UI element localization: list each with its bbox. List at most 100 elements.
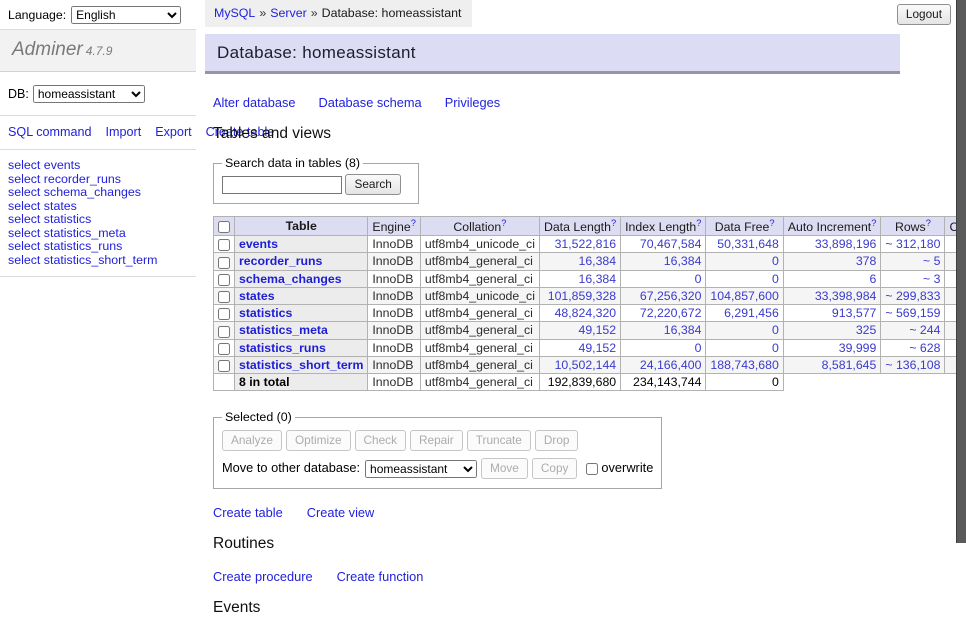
table-name-link[interactable]: statistics_runs [239, 341, 326, 355]
rows-cell-value[interactable]: ~ 3 [923, 272, 940, 286]
help-link[interactable]: ? [696, 218, 701, 228]
search-button[interactable]: Search [345, 174, 400, 195]
data-free-cell-value[interactable]: 0 [772, 323, 779, 337]
create-table-link[interactable]: Create table [213, 505, 283, 520]
auto-increment-cell-value[interactable]: 33,898,196 [815, 237, 877, 251]
index-length-cell-value[interactable]: 72,220,672 [640, 306, 702, 320]
row-checkbox[interactable] [218, 274, 230, 286]
auto-increment-cell-value[interactable]: 33,398,984 [815, 289, 877, 303]
help-link[interactable]: ? [611, 218, 616, 228]
data-free-cell-value[interactable]: 104,857,600 [710, 289, 778, 303]
data-free-cell-value[interactable]: 0 [772, 341, 779, 355]
sql-command-link[interactable]: SQL command [8, 125, 92, 139]
sidebar-select-link[interactable]: select statistics_meta [8, 227, 188, 240]
search-input[interactable] [222, 176, 342, 194]
overwrite-checkbox[interactable] [586, 463, 598, 475]
row-checkbox[interactable] [218, 360, 230, 372]
index-length-cell-value[interactable]: 0 [695, 341, 702, 355]
row-checkbox[interactable] [218, 291, 230, 303]
select-all-checkbox[interactable] [218, 221, 230, 233]
index-length-cell-value[interactable]: 16,384 [664, 254, 702, 268]
table-name-link[interactable]: events [239, 237, 278, 251]
row-checkbox[interactable] [218, 257, 230, 269]
rows-cell-value[interactable]: ~ 628 [909, 341, 940, 355]
table-name-link[interactable]: statistics [239, 306, 292, 320]
data-length-cell-value[interactable]: 49,152 [579, 323, 617, 337]
table-name-link[interactable]: recorder_runs [239, 254, 322, 268]
breadcrumb-server-link[interactable]: Server [270, 6, 307, 20]
rows-cell-value[interactable]: ~ 244 [909, 323, 940, 337]
create-view-link[interactable]: Create view [307, 505, 375, 520]
row-checkbox[interactable] [218, 326, 230, 338]
repair-button[interactable]: Repair [410, 430, 463, 451]
sidebar-select-link[interactable]: select schema_changes [8, 186, 188, 199]
row-checkbox[interactable] [218, 308, 230, 320]
table-name-link[interactable]: states [239, 289, 275, 303]
truncate-button[interactable]: Truncate [467, 430, 531, 451]
data-length-cell-value[interactable]: 31,522,816 [555, 237, 617, 251]
data-length-cell-value[interactable]: 16,384 [579, 254, 617, 268]
sidebar-select-link[interactable]: select states [8, 200, 188, 213]
move-db-select[interactable]: homeassistant [365, 460, 477, 478]
logout-button[interactable]: Logout [897, 4, 951, 25]
breadcrumb-mysql-link[interactable]: MySQL [214, 6, 255, 20]
sidebar-select-link[interactable]: select statistics_runs [8, 240, 188, 253]
export-link[interactable]: Export [155, 125, 191, 139]
create-procedure-link[interactable]: Create procedure [213, 569, 313, 584]
vertical-scrollbar[interactable] [956, 0, 966, 543]
index-length-cell-value[interactable]: 70,467,584 [640, 237, 702, 251]
data-free-cell-value[interactable]: 0 [772, 272, 779, 286]
adminer-logo-link[interactable]: Adminer [12, 39, 83, 60]
index-length-cell-value[interactable]: 67,256,320 [640, 289, 702, 303]
copy-button[interactable]: Copy [532, 458, 578, 479]
index-length-cell-value[interactable]: 24,166,400 [640, 358, 702, 372]
auto-increment-cell-value[interactable]: 913,577 [832, 306, 876, 320]
table-name-link[interactable]: schema_changes [239, 272, 342, 286]
help-link[interactable]: ? [501, 218, 506, 228]
data-length-cell-value[interactable]: 16,384 [579, 272, 617, 286]
data-free-cell-value[interactable]: 6,291,456 [724, 306, 779, 320]
table-name-link[interactable]: statistics_short_term [239, 358, 363, 372]
help-link[interactable]: ? [769, 218, 774, 228]
rows-cell-value[interactable]: ~ 136,108 [885, 358, 940, 372]
drop-button[interactable]: Drop [535, 430, 579, 451]
auto-increment-cell-value[interactable]: 6 [870, 272, 877, 286]
move-button[interactable]: Move [481, 458, 528, 479]
optimize-button[interactable]: Optimize [286, 430, 351, 451]
sidebar-select-link[interactable]: select statistics [8, 213, 188, 226]
help-link[interactable]: ? [411, 218, 416, 228]
data-free-cell-value[interactable]: 0 [772, 254, 779, 268]
data-free-cell-value[interactable]: 50,331,648 [717, 237, 779, 251]
check-button[interactable]: Check [355, 430, 406, 451]
db-select[interactable]: homeassistant [33, 85, 145, 103]
rows-cell-value[interactable]: ~ 5 [923, 254, 940, 268]
alter-database-link[interactable]: Alter database [213, 95, 296, 110]
help-link[interactable]: ? [871, 218, 876, 228]
sidebar-select-link[interactable]: select statistics_short_term [8, 254, 188, 267]
create-function-link[interactable]: Create function [337, 569, 424, 584]
help-link[interactable]: ? [926, 218, 931, 228]
auto-increment-cell-value[interactable]: 325 [856, 323, 877, 337]
row-checkbox[interactable] [218, 343, 230, 355]
data-free-cell-value[interactable]: 188,743,680 [710, 358, 778, 372]
auto-increment-cell-value[interactable]: 378 [856, 254, 877, 268]
rows-cell-value[interactable]: ~ 312,180 [885, 237, 940, 251]
import-link[interactable]: Import [106, 125, 142, 139]
sidebar-select-link[interactable]: select recorder_runs [8, 173, 188, 186]
rows-cell-value[interactable]: ~ 299,833 [885, 289, 940, 303]
table-name-link[interactable]: statistics_meta [239, 323, 328, 337]
data-length-cell-value[interactable]: 101,859,328 [548, 289, 616, 303]
index-length-cell-value[interactable]: 0 [695, 272, 702, 286]
privileges-link[interactable]: Privileges [445, 95, 500, 110]
rows-cell-value[interactable]: ~ 569,159 [885, 306, 940, 320]
data-length-cell-value[interactable]: 49,152 [579, 341, 617, 355]
analyze-button[interactable]: Analyze [222, 430, 282, 451]
auto-increment-cell-value[interactable]: 8,581,645 [822, 358, 877, 372]
auto-increment-cell-value[interactable]: 39,999 [839, 341, 877, 355]
database-schema-link[interactable]: Database schema [319, 95, 422, 110]
sidebar-select-link[interactable]: select events [8, 159, 188, 172]
data-length-cell-value[interactable]: 48,824,320 [555, 306, 617, 320]
index-length-cell-value[interactable]: 16,384 [664, 323, 702, 337]
data-length-cell-value[interactable]: 10,502,144 [555, 358, 617, 372]
row-checkbox[interactable] [218, 239, 230, 251]
